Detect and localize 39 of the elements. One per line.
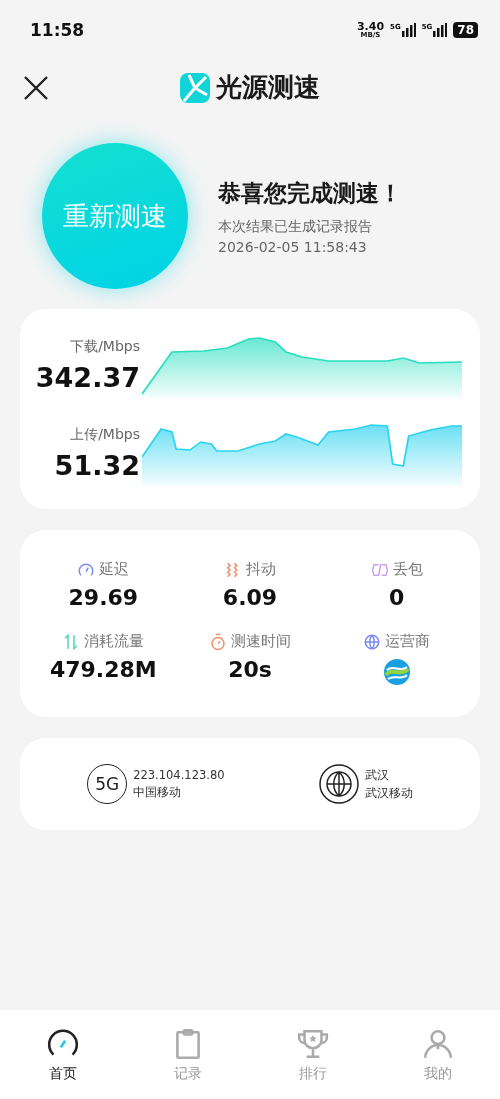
nav-tab[interactable]: 记录	[150, 1026, 225, 1083]
network-info: 223.104.123.80	[133, 768, 225, 782]
stat-label: 丢包	[392, 560, 423, 579]
stat-label: 延迟	[99, 560, 130, 579]
network-info: 中国移动	[133, 785, 183, 800]
stat-value: 0	[389, 585, 405, 610]
stat-label: 测速时间	[231, 632, 291, 651]
signal-icon	[401, 23, 416, 37]
network-info: 武汉移动	[364, 785, 413, 801]
subtitle: 本次结果已生成记录报告	[218, 217, 373, 236]
stat-label: 抖动	[246, 560, 276, 579]
globe-icon	[318, 764, 359, 804]
speed-label: 下载/Mbps	[70, 337, 140, 356]
stat-value: 20s	[228, 657, 272, 682]
timestamp: 2026-02-05 11:58:43	[218, 238, 368, 255]
stat-label: 运营商	[385, 632, 431, 651]
stat-value: 479.28M	[49, 657, 157, 682]
speed-value: 342.37	[35, 361, 140, 393]
stat-value: 6.09	[222, 585, 278, 610]
retest-button[interactable]: 重新测速	[42, 143, 188, 289]
network-info: 武汉	[364, 767, 390, 783]
speed-label: 上传/Mbps	[70, 425, 140, 444]
speed-value: 51.32	[54, 449, 140, 481]
stat-value: 29.69	[68, 585, 139, 610]
signal-icon	[433, 23, 448, 37]
status-time: 11:58	[30, 20, 85, 40]
nav-tab[interactable]: 排行	[275, 1026, 350, 1083]
close-icon	[23, 75, 49, 101]
nav-tab[interactable]: 我的	[400, 1026, 475, 1083]
carrier-logo	[381, 657, 412, 687]
app-logo	[180, 72, 210, 103]
stat-label: 消耗流量	[84, 632, 145, 651]
nav-tab[interactable]: 首页	[25, 1026, 100, 1083]
headline: 恭喜您完成测速！	[218, 178, 402, 208]
battery-level: 78	[453, 22, 478, 38]
app-title: 光源测速	[216, 71, 320, 104]
timer-icon	[209, 632, 227, 651]
globe-icon	[363, 632, 382, 651]
network-speed: 3.40	[356, 21, 385, 32]
